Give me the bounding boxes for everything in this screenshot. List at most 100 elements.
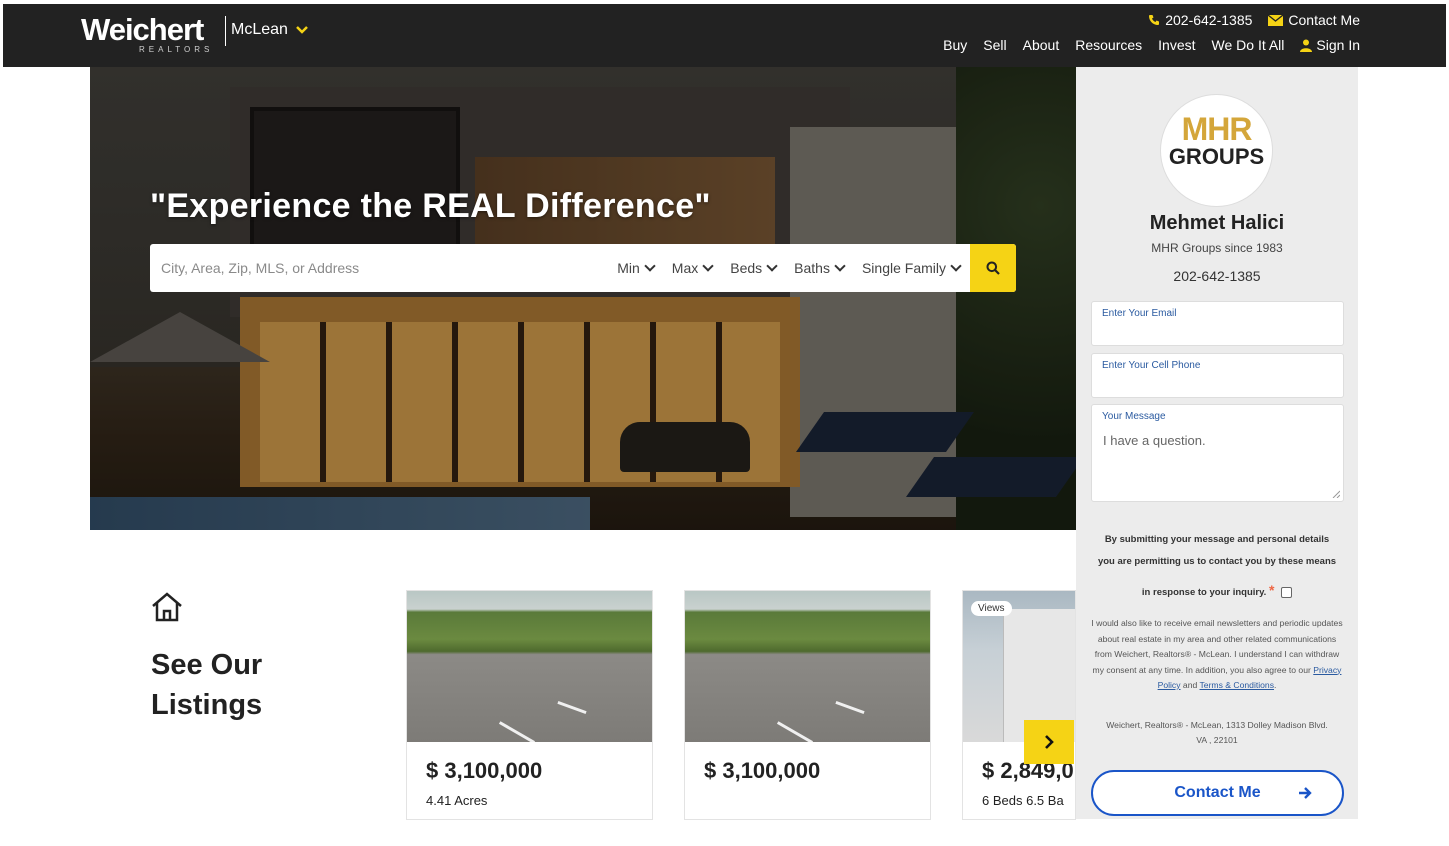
- logo-text: Weichert: [81, 12, 204, 47]
- listing-photo: [685, 591, 930, 742]
- filter-baths[interactable]: Baths: [794, 260, 846, 276]
- filter-label: Min: [617, 260, 640, 276]
- office-address: Weichert, Realtors® - McLean, 1313 Dolle…: [1090, 718, 1344, 748]
- views-badge: Views: [971, 601, 1012, 616]
- nav-about[interactable]: About: [1023, 37, 1060, 53]
- page: Weichert REALTORS McLean 202-642-1385 Co…: [0, 0, 1449, 846]
- listing-detail: 6 Beds 6.5 Ba: [982, 793, 1064, 808]
- listings-heading: See Our Listings: [151, 645, 262, 725]
- hero-headline: "Experience the REAL Difference": [150, 187, 711, 225]
- header-contact-link[interactable]: Contact Me: [1268, 12, 1360, 28]
- filter-beds[interactable]: Beds: [730, 260, 778, 276]
- search-icon: [986, 261, 1000, 275]
- filter-label: Single Family: [861, 260, 946, 276]
- logo-subtext: REALTORS: [139, 45, 214, 54]
- search-input[interactable]: [150, 244, 550, 292]
- disclaimer-line: you are permitting us to contact you by …: [1097, 556, 1337, 567]
- office-selector[interactable]: McLean: [231, 21, 308, 39]
- listings-heading-line: Listings: [151, 689, 263, 721]
- sign-in-label: Sign In: [1316, 37, 1360, 53]
- contact-me-button[interactable]: Contact Me: [1091, 770, 1344, 816]
- address-line-1: Weichert, Realtors® - McLean, 1313 Dolle…: [1106, 720, 1328, 730]
- agent-logo: MHR GROUPS: [1160, 94, 1273, 207]
- search-button[interactable]: [970, 244, 1016, 292]
- user-icon: [1300, 39, 1313, 52]
- nav-buy[interactable]: Buy: [943, 37, 967, 53]
- disclaimer-consent-row: in response to your inquiry. *: [1086, 579, 1348, 604]
- agent-contact-panel: MHR GROUPS Mehmet Halici MHR Groups sinc…: [1076, 67, 1358, 819]
- chevron-right-icon: [1045, 735, 1054, 749]
- nav-we-do-it-all[interactable]: We Do It All: [1212, 37, 1285, 53]
- filter-min-price[interactable]: Min: [617, 260, 656, 276]
- chevron-down-icon: [834, 260, 846, 272]
- home-icon: [152, 592, 182, 622]
- message-field-label: Your Message: [1102, 411, 1166, 422]
- top-navigation-bar: Weichert REALTORS McLean 202-642-1385 Co…: [3, 4, 1446, 67]
- contact-me-label: Contact Me: [1174, 784, 1261, 801]
- consent-checkbox[interactable]: [1281, 586, 1293, 598]
- property-search-bar: Min Max Beds Baths Single Family: [150, 244, 1016, 292]
- message-field-value: I have a question.: [1103, 433, 1206, 448]
- hero-banner: "Experience the REAL Difference" Min Max…: [90, 67, 1076, 530]
- listing-price: $ 3,100,000: [704, 758, 821, 783]
- chevron-down-icon: [296, 26, 308, 34]
- road-marking: [557, 700, 587, 715]
- cell-phone-field-label: Enter Your Cell Phone: [1102, 360, 1201, 371]
- nav-sign-in[interactable]: Sign In: [1300, 37, 1360, 53]
- resize-handle-icon[interactable]: [1332, 490, 1340, 498]
- listing-price: $ 3,100,000: [426, 758, 543, 783]
- listing-card[interactable]: $ 3,100,000: [684, 590, 931, 820]
- header-contact-row: 202-642-1385 Contact Me: [1148, 12, 1360, 28]
- agent-logo-bottom: GROUPS: [1168, 144, 1265, 169]
- envelope-icon: [1268, 14, 1284, 26]
- phone-icon: [1149, 15, 1160, 25]
- consent-text: I would also like to receive email newsl…: [1091, 618, 1343, 675]
- chevron-down-icon: [702, 260, 714, 272]
- weichert-logo[interactable]: Weichert REALTORS: [81, 12, 209, 58]
- road-marking: [776, 721, 814, 742]
- nav-sell[interactable]: Sell: [983, 37, 1006, 53]
- agent-since: MHR Groups since 1983: [1151, 241, 1283, 255]
- office-name: McLean: [231, 21, 288, 38]
- cell-phone-field[interactable]: Enter Your Cell Phone: [1091, 353, 1344, 398]
- filter-property-type[interactable]: Single Family: [861, 260, 962, 276]
- terms-conditions-link[interactable]: Terms & Conditions: [1200, 680, 1275, 690]
- listing-detail: 4.41 Acres: [426, 793, 488, 808]
- listing-card[interactable]: Views $ 2,849,0 6 Beds 6.5 Ba: [962, 590, 1076, 820]
- consent-text-block: I would also like to receive email newsl…: [1091, 618, 1343, 690]
- filter-label: Beds: [730, 260, 763, 276]
- search-filters: Min Max Beds Baths Single Family: [550, 260, 970, 276]
- consent-and: and: [1182, 680, 1198, 690]
- listing-photo: [407, 591, 652, 742]
- filter-label: Max: [671, 260, 699, 276]
- road-marking: [835, 700, 865, 715]
- address-line-2: VA , 22101: [1196, 735, 1238, 745]
- agent-logo-top: MHR: [1181, 111, 1253, 147]
- email-field-label: Enter Your Email: [1102, 308, 1177, 319]
- filter-max-price[interactable]: Max: [671, 260, 714, 276]
- header-contact-label: Contact Me: [1288, 12, 1360, 28]
- chevron-down-icon: [950, 260, 962, 272]
- disclaimer-line: By submitting your message and personal …: [1104, 534, 1330, 545]
- agent-name: Mehmet Halici: [1149, 212, 1285, 234]
- header-phone: 202-642-1385: [1165, 12, 1253, 28]
- listing-card[interactable]: $ 3,100,000 4.41 Acres: [406, 590, 653, 820]
- chevron-down-icon: [644, 260, 656, 272]
- message-textarea[interactable]: Your Message I have a question.: [1091, 404, 1344, 502]
- logo-divider: [225, 16, 226, 46]
- filter-label: Baths: [794, 260, 830, 276]
- arrow-right-icon: [1299, 787, 1312, 799]
- chevron-down-icon: [766, 260, 778, 272]
- main-nav: Buy Sell About Resources Invest We Do It…: [943, 37, 1360, 53]
- disclaimer-line: in response to your inquiry.: [1141, 587, 1267, 598]
- agent-phone[interactable]: 202-642-1385: [1076, 268, 1358, 284]
- nav-invest[interactable]: Invest: [1158, 37, 1195, 53]
- nav-resources[interactable]: Resources: [1075, 37, 1142, 53]
- required-asterisk: *: [1268, 582, 1275, 598]
- hero-overlay: [90, 67, 1076, 530]
- carousel-next-button[interactable]: [1024, 720, 1074, 764]
- header-phone-link[interactable]: 202-642-1385: [1148, 12, 1252, 28]
- road-marking: [498, 721, 536, 742]
- email-field[interactable]: Enter Your Email: [1091, 301, 1344, 346]
- listings-heading-line: See Our: [151, 649, 263, 681]
